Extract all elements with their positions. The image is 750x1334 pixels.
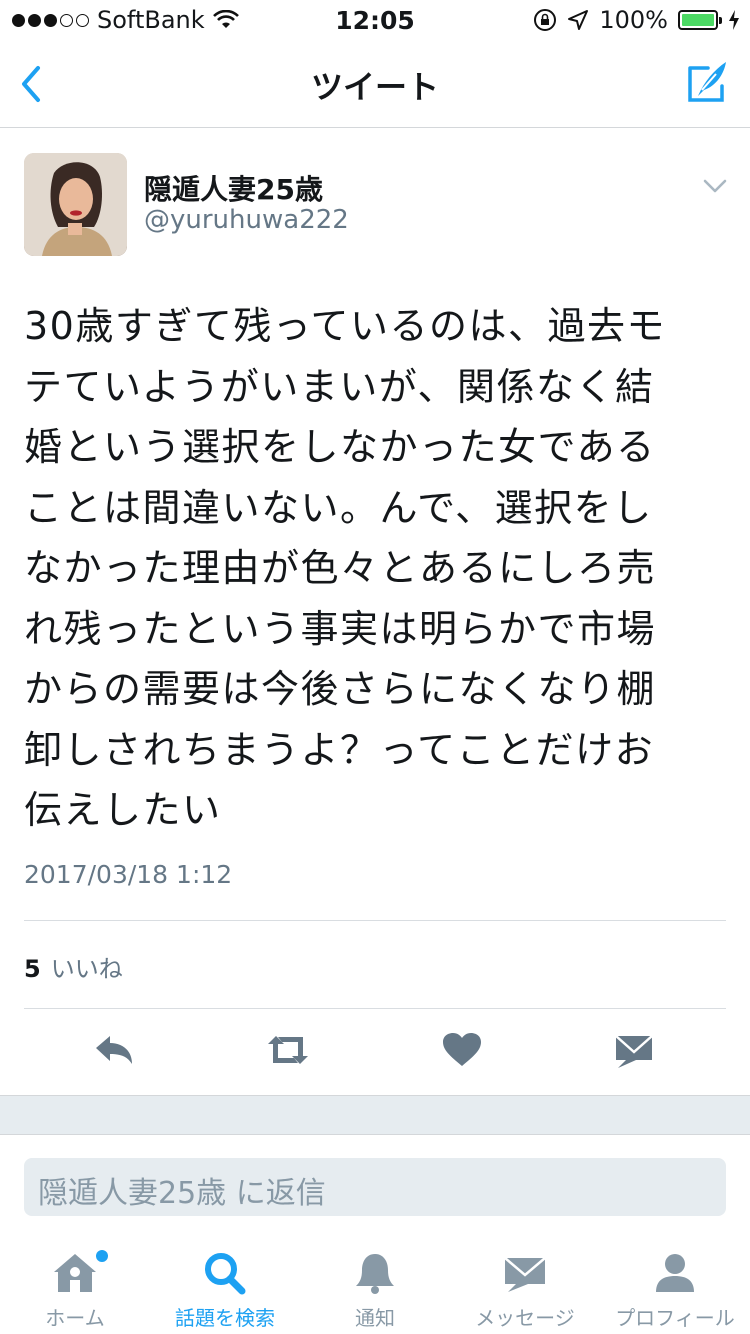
likes-summary[interactable]: 5 いいね bbox=[24, 949, 123, 984]
tweet-timestamp: 2017/03/18 1:12 bbox=[24, 860, 233, 889]
tab-profile[interactable]: プロフィール bbox=[600, 1240, 750, 1334]
divider bbox=[24, 1008, 726, 1009]
compose-tweet-button[interactable] bbox=[684, 58, 730, 106]
bell-icon bbox=[356, 1254, 394, 1294]
reply-icon[interactable] bbox=[92, 1030, 136, 1070]
battery-percent: 100% bbox=[599, 6, 668, 34]
tweet-text-line: 卸しされちまうよ？ってことだけお bbox=[24, 727, 655, 772]
tweet-actions bbox=[0, 1030, 750, 1074]
page-title: ツイート bbox=[310, 68, 439, 106]
person-icon bbox=[656, 1254, 694, 1292]
likes-count: 5 bbox=[24, 955, 41, 983]
charging-icon bbox=[729, 10, 739, 30]
tweet-text-line: 30歳すぎて残っているのは、過去モ bbox=[24, 304, 666, 348]
rotation-lock-icon bbox=[534, 9, 557, 31]
divider bbox=[24, 920, 726, 921]
avatar-image bbox=[24, 153, 127, 256]
tweet-text-line: 伝えしたい bbox=[24, 788, 222, 832]
notification-dot bbox=[96, 1250, 108, 1262]
location-icon bbox=[568, 10, 589, 30]
tab-label: ホーム bbox=[45, 1306, 105, 1330]
tab-label: 話題を検索 bbox=[175, 1306, 275, 1330]
tweet-text-line: からの需要は今後さらになくなり棚 bbox=[24, 667, 657, 711]
retweet-icon[interactable] bbox=[264, 1030, 312, 1070]
nav-bar: ツイート bbox=[0, 40, 750, 128]
likes-label: いいね bbox=[50, 955, 123, 983]
envelope-icon bbox=[504, 1257, 546, 1292]
tweet-text-line: れ残ったという事実は明らかで市場 bbox=[24, 606, 657, 651]
direct-message-icon[interactable] bbox=[612, 1030, 656, 1070]
tweet-text: 30歳すぎて残っているのは、過去モ テていようがいまいが、関係なく結 婚という選… bbox=[24, 296, 724, 841]
tab-home[interactable]: ホーム bbox=[0, 1240, 150, 1334]
tweet-text-line: 婚という選択をしなかった女である bbox=[24, 425, 656, 469]
tab-notifications[interactable]: 通知 bbox=[300, 1240, 450, 1334]
tab-label: 通知 bbox=[355, 1306, 395, 1330]
tab-messages[interactable]: メッセージ bbox=[450, 1240, 600, 1334]
user-handle[interactable]: @yuruhuwa222 bbox=[144, 205, 349, 235]
search-icon bbox=[205, 1253, 246, 1295]
tab-bar: ホーム 話題を検索 通知 メッセージ プロフィール bbox=[0, 1240, 750, 1334]
tab-label: プロフィール bbox=[615, 1306, 735, 1330]
avatar[interactable] bbox=[24, 153, 127, 256]
heart-icon[interactable] bbox=[440, 1030, 484, 1070]
section-separator bbox=[0, 1095, 750, 1135]
status-bar: SoftBank 12:05 100% bbox=[0, 0, 750, 40]
tab-label: メッセージ bbox=[475, 1306, 575, 1330]
tweet-text-line: テていようがいまいが、関係なく結 bbox=[24, 364, 655, 409]
tweet-text-line: ことは間違いない。んで、選択をし bbox=[24, 485, 653, 530]
tweet-text-line: なかった理由が色々とあるにしろ売 bbox=[24, 546, 657, 590]
home-icon bbox=[54, 1254, 96, 1292]
tab-search[interactable]: 話題を検索 bbox=[150, 1240, 300, 1334]
battery-icon bbox=[678, 10, 722, 30]
reply-input[interactable]: 隠遁人妻25歳 に返信 bbox=[24, 1158, 726, 1216]
chevron-down-icon[interactable] bbox=[702, 176, 728, 196]
user-name[interactable]: 隠遁人妻25歳 bbox=[144, 168, 323, 208]
status-right: 100% bbox=[533, 6, 740, 34]
